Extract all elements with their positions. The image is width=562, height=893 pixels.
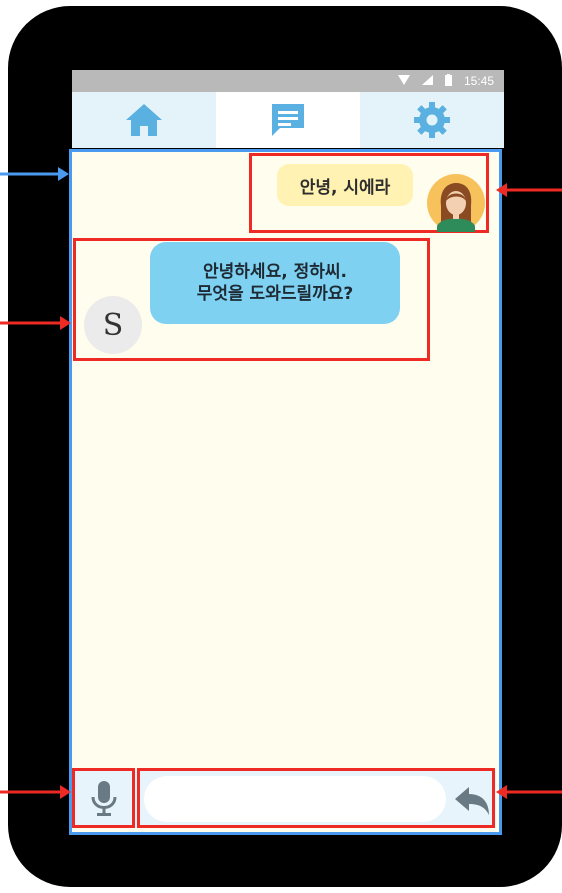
user-avatar <box>427 174 485 232</box>
annotation-arrow-chat-screen <box>0 167 69 181</box>
status-bar: 15:45 <box>72 70 504 92</box>
annotation-arrow-microphone <box>0 785 71 799</box>
screenshot-stage: 15:45 안녕, 시에라 안녕하세요, 정하씨. 무엇을 도와드릴까요? S <box>0 0 562 893</box>
chat-icon <box>272 104 304 136</box>
user-message-text: 안녕, 시에라 <box>299 177 391 198</box>
wifi-icon <box>397 74 410 88</box>
bot-message-line-1: 안녕하세요, 정하씨. <box>203 262 347 282</box>
bot-message-bubble: 안녕하세요, 정하씨. 무엇을 도와드릴까요? <box>150 242 400 324</box>
annotation-arrow-user-message <box>496 183 562 197</box>
status-time: 15:45 <box>463 74 494 88</box>
bot-avatar: S <box>84 296 142 354</box>
signal-icon <box>421 74 433 88</box>
home-icon <box>126 104 162 136</box>
message-input[interactable] <box>144 776 446 822</box>
bot-avatar-letter: S <box>102 307 124 343</box>
tab-home[interactable] <box>72 92 216 148</box>
tab-chat[interactable] <box>216 92 360 148</box>
send-button[interactable] <box>449 778 495 824</box>
tab-settings[interactable] <box>360 92 504 148</box>
user-message-bubble: 안녕, 시에라 <box>277 164 413 206</box>
battery-icon <box>444 73 452 89</box>
microphone-icon <box>91 781 116 816</box>
tab-bar <box>72 92 504 148</box>
gear-icon <box>414 102 450 138</box>
microphone-button[interactable] <box>72 768 135 828</box>
annotation-arrow-message-input <box>496 785 562 799</box>
bot-message-line-2: 무엇을 도와드릴까요? <box>196 284 354 304</box>
annotation-arrow-bot-message <box>0 316 71 330</box>
reply-arrow-icon <box>455 787 489 815</box>
